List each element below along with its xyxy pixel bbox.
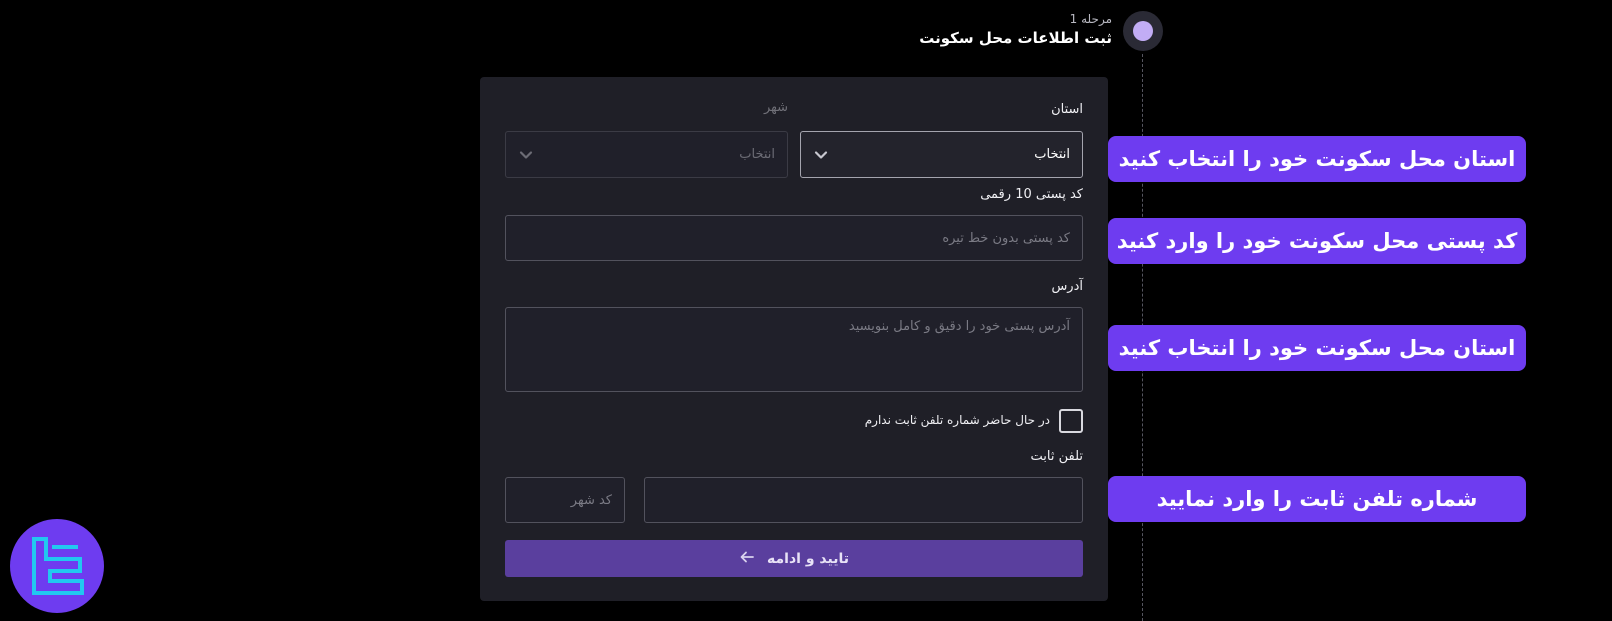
postal-code-label: کد پستی 10 رقمی	[980, 187, 1083, 202]
city-select[interactable]: انتخاب	[505, 131, 788, 178]
no-landline-label: در حال حاضر شماره تلفن ثابت ندارم	[864, 413, 1050, 427]
city-select-value: انتخاب	[739, 147, 775, 162]
callout-address: استان محل سکونت خود را انتخاب کنید	[1108, 325, 1526, 371]
address-label: آدرس	[1051, 279, 1083, 294]
area-code-input[interactable]	[505, 477, 625, 523]
landline-number-input[interactable]	[644, 477, 1083, 523]
callout-province: استان محل سکونت خود را انتخاب کنید	[1108, 136, 1526, 182]
no-landline-checkbox[interactable]	[1059, 409, 1083, 433]
province-select-value: انتخاب	[1034, 147, 1070, 162]
province-select[interactable]: انتخاب	[800, 131, 1083, 178]
step-indicator-dot	[1133, 21, 1153, 41]
callout-postal-code: کد پستی محل سکونت خود را وارد کنید	[1108, 218, 1526, 264]
step-header: مرحله 1 ثبت اطلاعات محل سکونت	[919, 12, 1112, 47]
chevron-down-icon	[813, 147, 829, 163]
arrow-left-icon	[739, 549, 755, 568]
step-title: ثبت اطلاعات محل سکونت	[919, 29, 1112, 47]
chevron-down-icon	[518, 147, 534, 163]
step-label: مرحله 1	[1069, 12, 1112, 26]
address-textarea[interactable]	[505, 307, 1083, 392]
confirm-continue-button[interactable]: تایید و ادامه	[505, 540, 1083, 577]
city-label: شهر	[763, 100, 788, 115]
landline-label: تلفن ثابت	[1030, 449, 1084, 464]
step-indicator	[1123, 11, 1163, 51]
province-label: استان	[1051, 102, 1083, 117]
address-form-card: استان شهر انتخاب انتخاب کد پستی 10 رقمی …	[480, 77, 1108, 601]
brand-logo-mark	[32, 537, 84, 595]
postal-code-input[interactable]	[505, 215, 1083, 261]
callout-landline: شماره تلفن ثابت را وارد نمایید	[1108, 476, 1526, 522]
brand-logo	[10, 519, 104, 613]
confirm-continue-label: تایید و ادامه	[767, 550, 849, 567]
